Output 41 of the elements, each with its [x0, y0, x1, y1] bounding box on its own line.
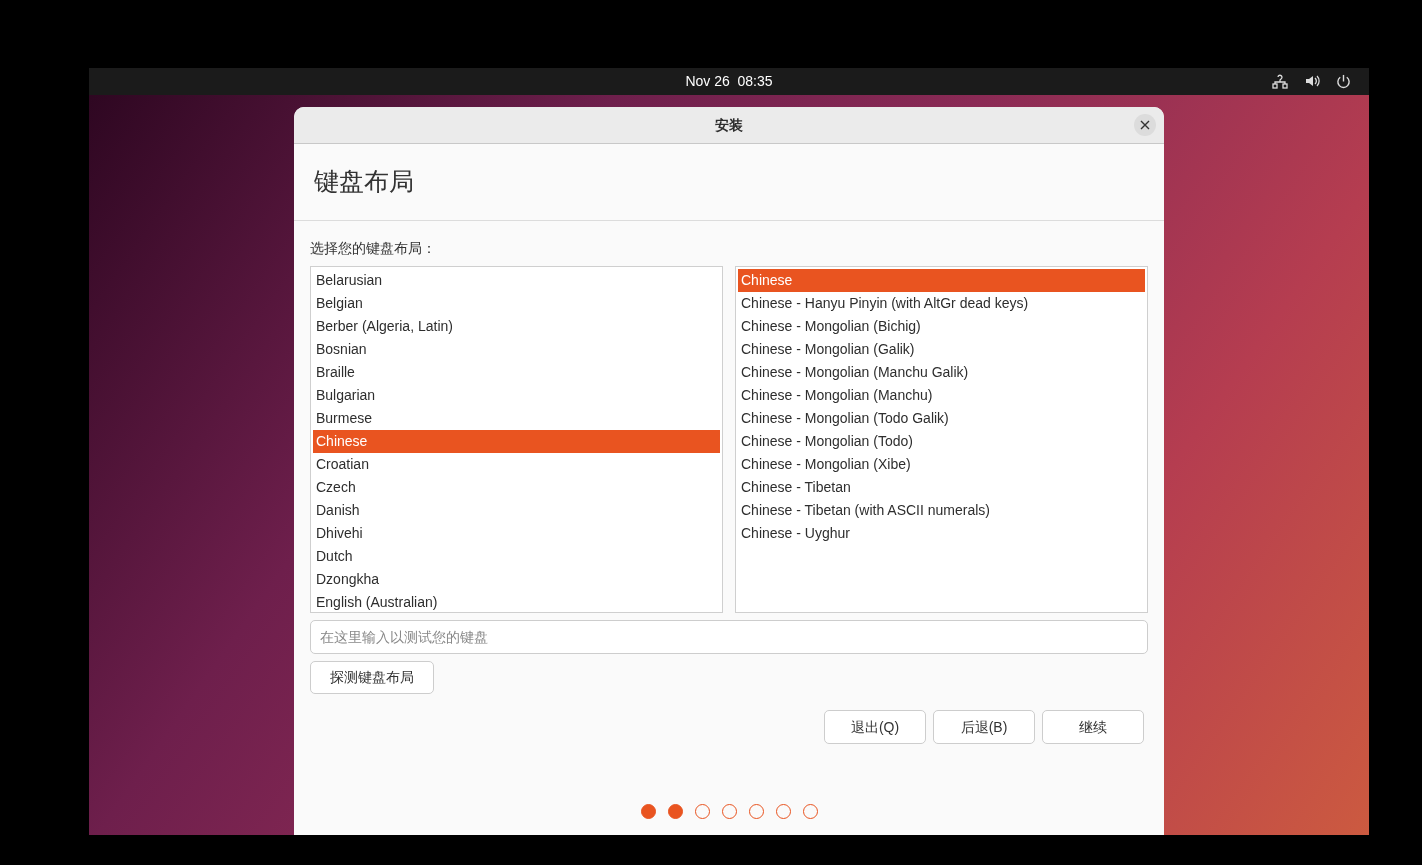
list-item[interactable]: Chinese - Mongolian (Galik): [738, 338, 1145, 361]
clock[interactable]: Nov 26 08:35: [685, 71, 773, 92]
list-item[interactable]: Bulgarian: [313, 384, 720, 407]
nav-button[interactable]: 退出(Q): [824, 710, 926, 744]
list-item[interactable]: Chinese - Mongolian (Xibe): [738, 453, 1145, 476]
list-item[interactable]: Czech: [313, 476, 720, 499]
list-item[interactable]: Danish: [313, 499, 720, 522]
list-item[interactable]: Chinese - Tibetan: [738, 476, 1145, 499]
nav-button[interactable]: 继续: [1042, 710, 1144, 744]
list-item[interactable]: English (Australian): [313, 591, 720, 614]
list-item[interactable]: Chinese - Mongolian (Todo): [738, 430, 1145, 453]
page-heading: 键盘布局: [314, 166, 414, 198]
list-item[interactable]: Belarusian: [313, 269, 720, 292]
list-item[interactable]: Chinese: [738, 269, 1145, 292]
window-title: 安装: [715, 115, 743, 135]
detect-layout-button[interactable]: 探测键盘布局: [310, 661, 434, 694]
network-icon[interactable]: [1272, 73, 1288, 89]
list-item[interactable]: Chinese - Mongolian (Todo Galik): [738, 407, 1145, 430]
list-item[interactable]: Chinese - Uyghur: [738, 522, 1145, 545]
power-icon[interactable]: [1336, 73, 1351, 89]
list-item[interactable]: Chinese - Tibetan (with ASCII numerals): [738, 499, 1145, 522]
list-item[interactable]: Belgian: [313, 292, 720, 315]
speaker-icon[interactable]: [1304, 73, 1320, 89]
list-item[interactable]: Berber (Algeria, Latin): [313, 315, 720, 338]
close-button[interactable]: [1134, 114, 1156, 136]
prompt-label: 选择您的键盘布局：: [310, 239, 437, 257]
list-item[interactable]: Chinese - Mongolian (Manchu): [738, 384, 1145, 407]
test-input-field[interactable]: 在这里输入以测试您的键盘: [310, 620, 1148, 654]
list-item[interactable]: Chinese - Hanyu Pinyin (with AltGr dead keys): [738, 292, 1145, 315]
nav-button[interactable]: 后退(B): [933, 710, 1035, 744]
close-icon: [1140, 120, 1150, 130]
list-item[interactable]: Chinese: [313, 430, 720, 453]
list-item[interactable]: Chinese - Mongolian (Bichig): [738, 315, 1145, 338]
list-item[interactable]: Dutch: [313, 545, 720, 568]
list-item[interactable]: Braille: [313, 361, 720, 384]
list-item[interactable]: Burmese: [313, 407, 720, 430]
list-item[interactable]: Bosnian: [313, 338, 720, 361]
list-item[interactable]: Dzongkha: [313, 568, 720, 591]
list-item[interactable]: Dhivehi: [313, 522, 720, 545]
list-item[interactable]: Croatian: [313, 453, 720, 476]
list-item[interactable]: Chinese - Mongolian (Manchu Galik): [738, 361, 1145, 384]
